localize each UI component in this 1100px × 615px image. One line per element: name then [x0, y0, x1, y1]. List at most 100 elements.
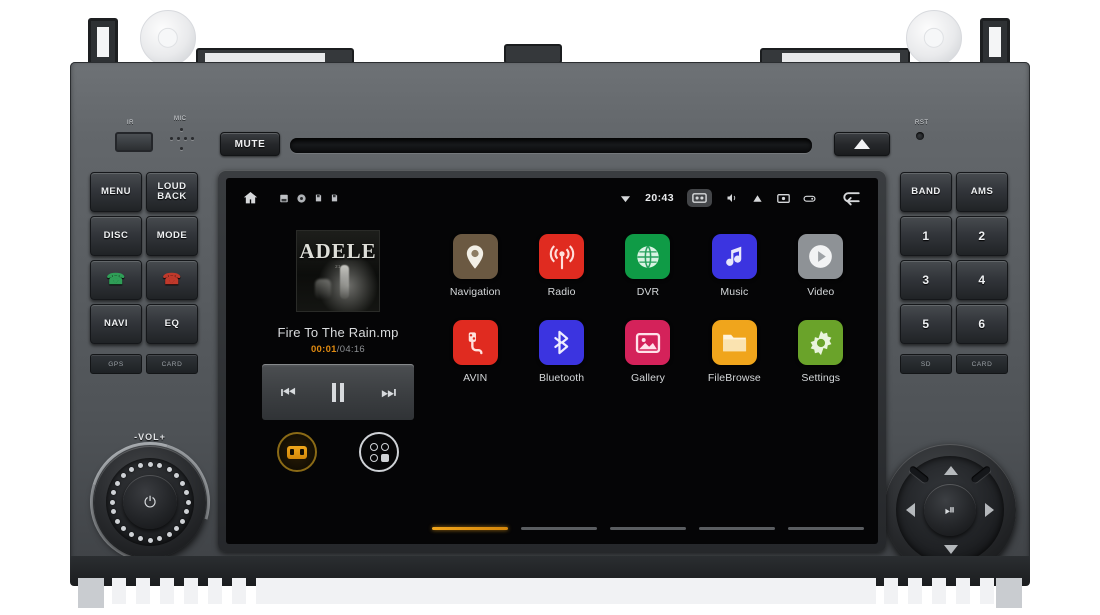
previous-track-icon[interactable]: ⏮ — [281, 384, 296, 401]
album-art-shape-a — [339, 264, 349, 299]
app-launcher-grid: Navigation Radio DVR Music Video AVIN Bluetoot… — [432, 234, 864, 384]
reset-hole[interactable] — [916, 132, 924, 140]
sd-slot[interactable]: SD — [900, 354, 952, 374]
app-filebrowse[interactable]: FileBrowse — [691, 320, 777, 384]
dpad-right-icon[interactable] — [985, 503, 994, 517]
app-settings[interactable]: Settings — [778, 320, 864, 384]
status-bar-right: 20:43 — [619, 189, 878, 207]
app-label: Radio — [547, 286, 576, 298]
all-apps-button[interactable] — [359, 432, 399, 472]
next-track-icon[interactable]: ⏭ — [381, 384, 396, 401]
preset-3-label: 3 — [922, 273, 930, 287]
gear-icon[interactable] — [798, 320, 844, 365]
folder-icon[interactable] — [711, 320, 757, 365]
call-end-key[interactable]: ☎ — [146, 260, 198, 300]
screenshot-icon[interactable] — [687, 189, 712, 207]
eject-icon — [854, 139, 870, 149]
call-answer-key[interactable]: ☎ — [90, 260, 142, 300]
bluetooth-icon[interactable] — [539, 320, 585, 365]
preset-2-key[interactable]: 2 — [956, 216, 1008, 256]
back-arrow-icon[interactable] — [841, 190, 862, 206]
dpad-down-icon[interactable] — [944, 545, 958, 554]
music-note-icon[interactable] — [711, 234, 757, 279]
storage-icon — [314, 192, 323, 204]
phone-answer-icon: ☎ — [106, 271, 126, 288]
navi-key[interactable]: NAVI — [90, 304, 142, 344]
power-icon: ⏻ — [144, 493, 156, 511]
band-key-label: BAND — [911, 186, 941, 197]
pause-icon[interactable] — [332, 382, 344, 402]
ir-remote-icon[interactable] — [803, 194, 816, 203]
gps-slot[interactable]: GPS — [90, 354, 142, 374]
app-label: Settings — [801, 372, 841, 384]
play-circle-icon[interactable] — [798, 234, 844, 279]
app-avin[interactable]: AVIN — [432, 320, 518, 384]
eject-button[interactable] — [834, 132, 890, 156]
photo-icon[interactable] — [625, 320, 671, 365]
card-slot-right[interactable]: CARD — [956, 354, 1008, 374]
page-indicator-dot[interactable] — [699, 527, 775, 530]
eq-key[interactable]: EQ — [146, 304, 198, 344]
card-slot-left[interactable]: CARD — [146, 354, 198, 374]
ams-key[interactable]: AMS — [956, 172, 1008, 212]
camera-icon[interactable] — [777, 193, 790, 204]
mute-button[interactable]: MUTE — [220, 132, 280, 156]
globe-icon[interactable] — [625, 234, 671, 279]
app-video[interactable]: Video — [778, 234, 864, 298]
track-time-current: 00:01 — [310, 344, 337, 355]
map-pin-icon[interactable] — [452, 234, 498, 279]
app-bluetooth[interactable]: Bluetooth — [518, 320, 604, 384]
card-slot-left-label: CARD — [161, 360, 183, 368]
vent-slot — [160, 578, 174, 604]
preset-6-key[interactable]: 6 — [956, 304, 1008, 344]
play-pause-button[interactable]: ⏯ — [924, 484, 976, 536]
app-navigation[interactable]: Navigation — [432, 234, 518, 298]
chassis-foot — [78, 578, 104, 608]
page-indicator-dot[interactable] — [610, 527, 686, 530]
disc-icon — [296, 193, 307, 204]
vent-slot — [956, 578, 970, 604]
menu-key[interactable]: MENU — [90, 172, 142, 212]
vent-slot — [184, 578, 198, 604]
clock-time: 20:43 — [645, 192, 674, 204]
band-key[interactable]: BAND — [900, 172, 952, 212]
av-plug-icon[interactable] — [452, 320, 498, 365]
bracket-cutout-right — [989, 27, 1001, 57]
app-dvr[interactable]: DVR — [605, 234, 691, 298]
volume-icon[interactable] — [725, 192, 738, 204]
music-player-widget[interactable]: ADELE 21 Fire To The Rain.mp 00:01/04:16… — [256, 224, 420, 496]
cd-disc-slot[interactable] — [290, 138, 812, 153]
page-indicator-active[interactable] — [432, 527, 508, 530]
bottom-vent-row — [78, 578, 1022, 608]
page-indicator-dot[interactable] — [521, 527, 597, 530]
radio-tower-icon[interactable] — [539, 234, 585, 279]
preset-3-key[interactable]: 3 — [900, 260, 952, 300]
volume-knob[interactable]: -VOL+ ⏻ — [68, 420, 232, 584]
ir-sensor-window — [115, 132, 153, 152]
back-key-label: BACK — [157, 191, 187, 202]
preset-5-key[interactable]: 5 — [900, 304, 952, 344]
touchscreen-display[interactable]: 20:43 ADELE 21 Fire To The Rain.mp 00:01… — [226, 178, 878, 544]
car-mode-button[interactable] — [277, 432, 317, 472]
dpad-up-icon[interactable] — [944, 466, 958, 475]
app-music[interactable]: Music — [691, 234, 777, 298]
preset-1-key[interactable]: 1 — [900, 216, 952, 256]
microphone-holes — [168, 128, 196, 154]
preset-4-key[interactable]: 4 — [956, 260, 1008, 300]
loud-back-key[interactable]: LOUD BACK — [146, 172, 198, 212]
disc-key[interactable]: DISC — [90, 216, 142, 256]
dpad-left-icon[interactable] — [906, 503, 915, 517]
alert-icon[interactable] — [751, 193, 764, 204]
app-label: AVIN — [463, 372, 488, 384]
track-time: 00:01/04:16 — [311, 344, 365, 355]
power-button[interactable]: ⏻ — [123, 475, 177, 529]
app-radio[interactable]: Radio — [518, 234, 604, 298]
album-artwork: ADELE 21 — [296, 230, 380, 312]
mode-key[interactable]: MODE — [146, 216, 198, 256]
preset-1-label: 1 — [922, 229, 930, 243]
widget-shortcut-buttons — [256, 432, 420, 472]
vent-slot — [232, 578, 246, 604]
home-icon[interactable] — [242, 190, 259, 206]
app-gallery[interactable]: Gallery — [605, 320, 691, 384]
page-indicator-dot[interactable] — [788, 527, 864, 530]
